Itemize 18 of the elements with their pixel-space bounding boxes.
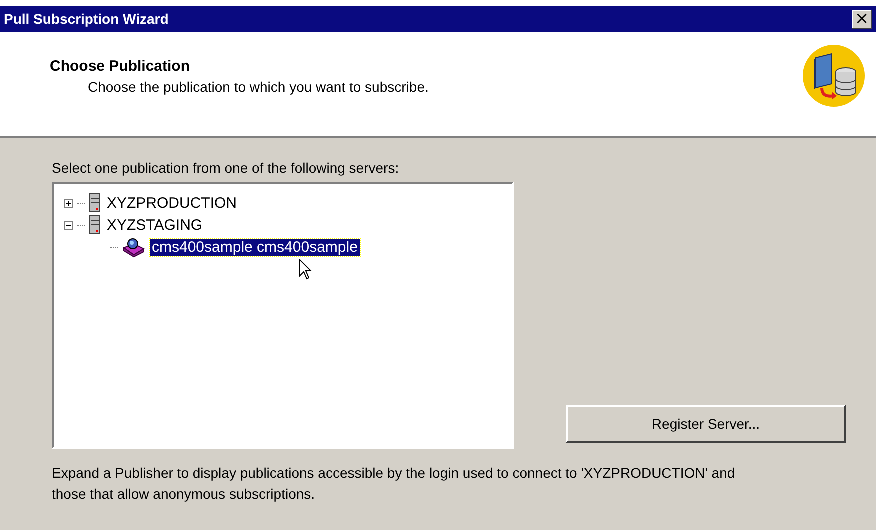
mouse-cursor-icon	[299, 259, 313, 281]
publication-tree[interactable]: XYZPRODUCTION XYZSTAGING cms400sample cms400sample	[52, 182, 514, 449]
tree-item[interactable]: XYZPRODUCTION	[105, 194, 240, 212]
tree-item[interactable]: XYZSTAGING	[105, 216, 205, 234]
publication-icon	[122, 236, 146, 258]
plus-icon[interactable]	[64, 198, 73, 208]
page-title: Choose Publication	[50, 58, 192, 75]
tree-item[interactable]: cms400sample cms400sample	[150, 238, 360, 256]
register-server-button[interactable]: Register Server...	[566, 405, 846, 443]
tree-label: Select one publication from one of the following servers:	[52, 160, 400, 176]
page-subtitle: Choose the publication to which you want to subscribe.	[87, 79, 429, 95]
window-title: Pull Subscription Wizard	[4, 11, 169, 27]
book-database-icon	[802, 44, 866, 108]
help-text: Expand a Publisher to display publications accessible by the login used to connect to 'XYZPRODUCTION' and those that allow anonymous subscriptions.	[52, 464, 736, 504]
server-icon	[89, 193, 101, 213]
minus-icon[interactable]	[64, 220, 73, 230]
server-icon	[89, 215, 101, 235]
close-button[interactable]: ×	[852, 10, 872, 28]
